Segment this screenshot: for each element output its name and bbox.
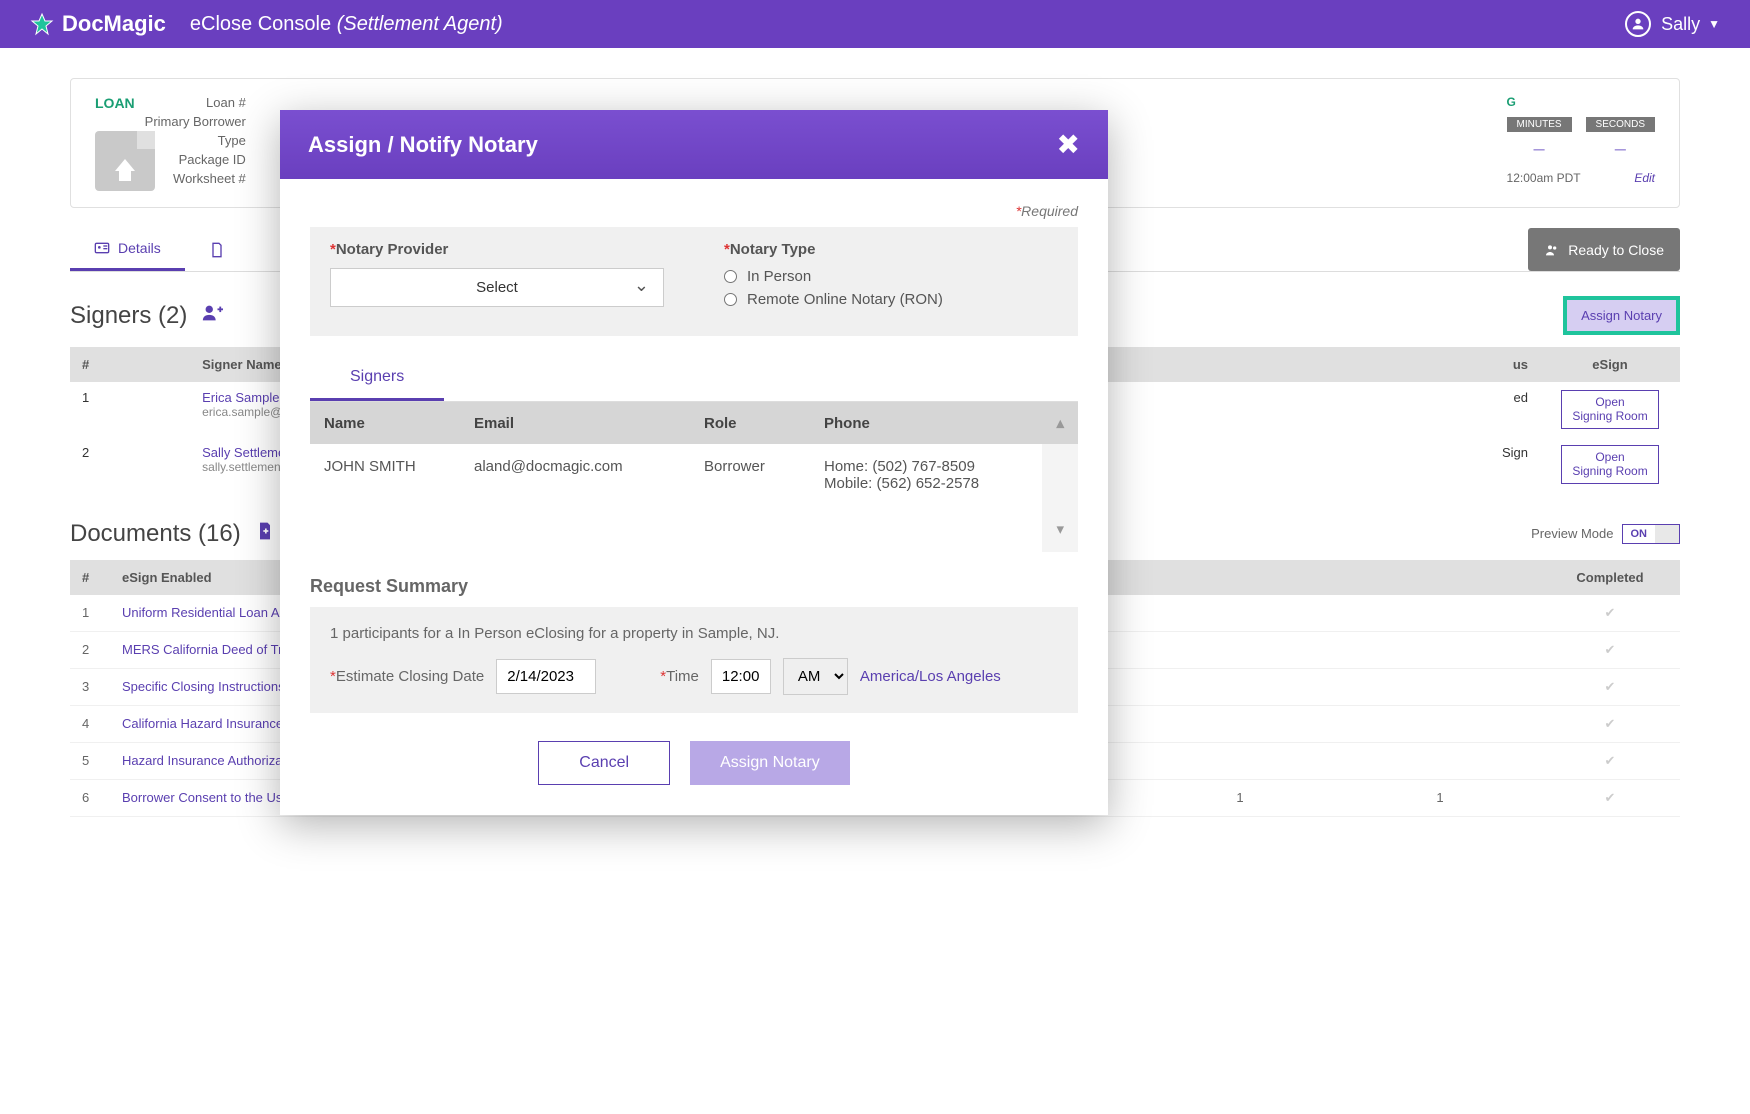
check-icon: ✔ xyxy=(1540,595,1680,632)
cancel-button[interactable]: Cancel xyxy=(538,741,670,785)
document-house-icon xyxy=(95,131,155,191)
request-summary-title: Request Summary xyxy=(310,576,1078,597)
required-note: *Required xyxy=(310,203,1078,219)
loan-field-number: Loan # xyxy=(145,95,646,110)
request-summary-box: 1 participants for a In Person eClosing … xyxy=(310,607,1078,713)
table-row: JOHN SMITH aland@docmagic.com Borrower H… xyxy=(310,444,1078,506)
document-icon xyxy=(209,242,225,258)
documents-title: Documents (16) xyxy=(70,520,241,548)
notary-provider-label: *Notary Provider xyxy=(330,241,664,258)
signers-title: Signers (2) xyxy=(70,302,187,330)
modal-tabs: Signers xyxy=(310,356,1078,402)
brand-logo: DocMagic xyxy=(30,11,166,37)
id-card-icon xyxy=(94,240,110,256)
scroll-down-icon[interactable]: ▾ xyxy=(1042,506,1078,552)
edit-link[interactable]: Edit xyxy=(1634,171,1655,185)
user-icon xyxy=(1625,11,1651,37)
scroll-up-icon[interactable]: ▴ xyxy=(1042,402,1078,444)
check-icon: ✔ xyxy=(1540,705,1680,742)
closing-label: G xyxy=(1507,95,1655,109)
closing-time-input[interactable] xyxy=(711,659,771,694)
user-menu[interactable]: Sally ▼ xyxy=(1625,11,1720,37)
check-icon: ✔ xyxy=(1540,779,1680,816)
modal-title: Assign / Notify Notary xyxy=(308,132,538,158)
notary-type-ron[interactable]: Remote Online Notary (RON) xyxy=(724,291,1058,308)
users-icon xyxy=(1544,242,1560,258)
closing-date-label: *Estimate Closing Date xyxy=(330,668,484,685)
ready-to-close-button[interactable]: Ready to Close xyxy=(1528,228,1680,271)
add-document-icon[interactable] xyxy=(255,521,275,547)
check-icon: ✔ xyxy=(1540,742,1680,779)
app-header: DocMagic eClose Console (Settlement Agen… xyxy=(0,0,1750,48)
notary-provider-select[interactable]: Select xyxy=(330,268,664,307)
assign-notary-button[interactable]: Assign Notary xyxy=(690,741,850,785)
tab-details[interactable]: Details xyxy=(70,228,185,271)
open-signing-room-button[interactable]: Open Signing Room xyxy=(1561,390,1658,429)
ampm-select[interactable]: AM xyxy=(783,658,848,695)
tab-second[interactable] xyxy=(185,228,249,271)
assign-notary-highlight-button[interactable]: Assign Notary xyxy=(1563,296,1680,335)
timezone-link[interactable]: America/Los Angeles xyxy=(860,668,1001,685)
closing-date-input[interactable] xyxy=(496,659,596,694)
star-icon xyxy=(30,12,54,36)
chevron-down-icon: ▼ xyxy=(1708,17,1720,31)
check-icon: ✔ xyxy=(1540,631,1680,668)
closing-time-label: *Time xyxy=(660,668,699,685)
user-name: Sally xyxy=(1661,14,1700,35)
modal-tab-signers[interactable]: Signers xyxy=(310,356,444,401)
app-title: eClose Console (Settlement Agent) xyxy=(190,13,503,36)
add-signer-icon[interactable] xyxy=(201,302,223,330)
loan-label: LOAN xyxy=(95,95,135,111)
close-icon[interactable]: ✖ xyxy=(1057,128,1080,161)
closing-time-text: 12:00am PDT xyxy=(1507,171,1581,185)
notary-type-inperson[interactable]: In Person xyxy=(724,268,1058,285)
assign-notary-modal: Assign / Notify Notary ✖ *Required *Nota… xyxy=(280,110,1108,815)
modal-signers-table: Name Email Role Phone ▴ JOHN SMITH aland… xyxy=(310,402,1078,552)
preview-mode-toggle[interactable]: Preview Mode ON xyxy=(1531,524,1680,544)
check-icon: ✔ xyxy=(1540,668,1680,705)
modal-header: Assign / Notify Notary ✖ xyxy=(280,110,1108,179)
open-signing-room-button[interactable]: Open Signing Room xyxy=(1561,445,1658,484)
brand-text: DocMagic xyxy=(62,11,166,37)
notary-type-label: *Notary Type xyxy=(724,241,1058,258)
summary-text: 1 participants for a In Person eClosing … xyxy=(330,625,1058,642)
closing-countdown: G MINUTES– SECONDS– 12:00am PDT Edit xyxy=(1507,95,1655,185)
